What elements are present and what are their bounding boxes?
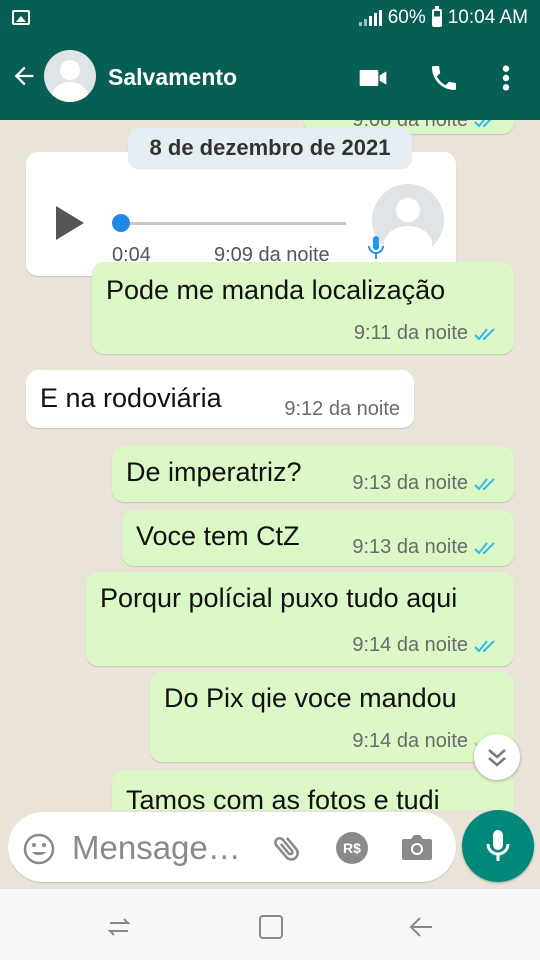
- message-time: 9:12 da noite: [284, 398, 400, 420]
- message-time: 9:14 da noite: [352, 634, 468, 656]
- chat-header: Salvamento: [0, 36, 540, 120]
- scroll-to-bottom-button[interactable]: [474, 734, 520, 780]
- message-meta: 9:11 da noite: [354, 322, 500, 345]
- message-meta: 9:13 da noite: [352, 536, 500, 559]
- back-nav-icon[interactable]: [406, 913, 436, 941]
- system-navigation-bar: [0, 888, 540, 960]
- audio-message[interactable]: 0:04 9:09 da noite: [26, 152, 456, 276]
- emoji-icon[interactable]: [22, 832, 56, 866]
- message-meta: 9:14 da noite: [352, 634, 500, 657]
- play-icon[interactable]: [56, 206, 84, 240]
- message-text: Tamos com as fotos e tudi: [126, 785, 440, 810]
- video-call-icon[interactable]: [356, 62, 390, 94]
- signal-icon: [358, 10, 382, 26]
- message-bubble-outgoing[interactable]: Voce tem CtZ 9:13 da noite: [122, 510, 514, 566]
- date-separator: 8 de dezembro de 2021: [128, 128, 412, 168]
- read-ticks-icon: [474, 639, 495, 652]
- back-arrow-icon[interactable]: [10, 62, 40, 92]
- read-ticks-icon: [474, 541, 495, 554]
- phone-call-icon[interactable]: [428, 62, 460, 94]
- message-bubble-outgoing[interactable]: Pode me manda localização 9:11 da noite: [92, 262, 514, 354]
- message-time: 9:13 da noite: [352, 536, 468, 558]
- more-options-icon[interactable]: [496, 62, 516, 94]
- voice-note-mic-icon: [368, 236, 384, 259]
- message-time: 9:13 da noite: [352, 472, 468, 494]
- message-input[interactable]: [72, 828, 262, 868]
- message-bubble-outgoing[interactable]: De imperatriz? 9:13 da noite: [112, 446, 514, 502]
- battery-percent: 60%: [387, 7, 426, 28]
- microphone-icon: [486, 830, 510, 861]
- message-text: Pode me manda localização: [106, 275, 446, 305]
- recent-apps-icon[interactable]: [104, 913, 134, 941]
- battery-icon: [431, 6, 442, 27]
- gallery-notification-icon: [12, 10, 30, 25]
- clock: 10:04 AM: [447, 7, 528, 28]
- message-meta: 9:12 da noite: [284, 398, 400, 421]
- message-meta: 9:13 da noite: [352, 472, 500, 495]
- status-bar: 60% 10:04 AM: [0, 0, 540, 36]
- message-text: Do Pix qie voce mandou: [164, 683, 457, 713]
- double-chevron-down-icon: [488, 749, 506, 767]
- attachment-clip-icon[interactable]: [270, 830, 304, 866]
- read-ticks-icon: [474, 120, 491, 127]
- message-bubble-outgoing[interactable]: Tamos com as fotos e tudi: [112, 770, 514, 810]
- status-right: 60% 10:04 AM: [358, 6, 528, 29]
- message-bubble-outgoing[interactable]: Do Pix qie voce mandou 9:14 da noite: [150, 672, 514, 762]
- message-bubble-outgoing[interactable]: Porqur polícial puxo tudo aqui 9:14 da n…: [86, 572, 514, 666]
- message-time: 9:11 da noite: [353, 322, 468, 344]
- contact-avatar[interactable]: [44, 50, 96, 102]
- message-text: De imperatriz?: [126, 457, 302, 487]
- camera-icon[interactable]: [400, 832, 434, 862]
- home-icon[interactable]: [256, 913, 286, 941]
- chat-area[interactable]: 9:08 da noite 8 de dezembro de 2021 0:04…: [0, 120, 540, 810]
- read-ticks-icon: [474, 327, 495, 340]
- read-ticks-icon: [474, 477, 495, 490]
- message-time: 9:14 da noite: [352, 730, 468, 752]
- message-text: Porqur polícial puxo tudo aqui: [100, 583, 458, 613]
- message-text: Voce tem CtZ: [136, 521, 300, 551]
- audio-progress-thumb[interactable]: [112, 214, 130, 232]
- message-bubble-incoming[interactable]: E na rodoviária 9:12 da noite: [26, 370, 414, 428]
- composer-bar: R$: [0, 810, 540, 888]
- payment-icon[interactable]: R$: [336, 832, 368, 864]
- message-input-container[interactable]: R$: [8, 812, 456, 882]
- contact-name[interactable]: Salvamento: [108, 64, 237, 91]
- audio-progress-track[interactable]: [122, 222, 346, 225]
- message-text: E na rodoviária: [40, 383, 222, 413]
- voice-record-button[interactable]: [462, 810, 534, 882]
